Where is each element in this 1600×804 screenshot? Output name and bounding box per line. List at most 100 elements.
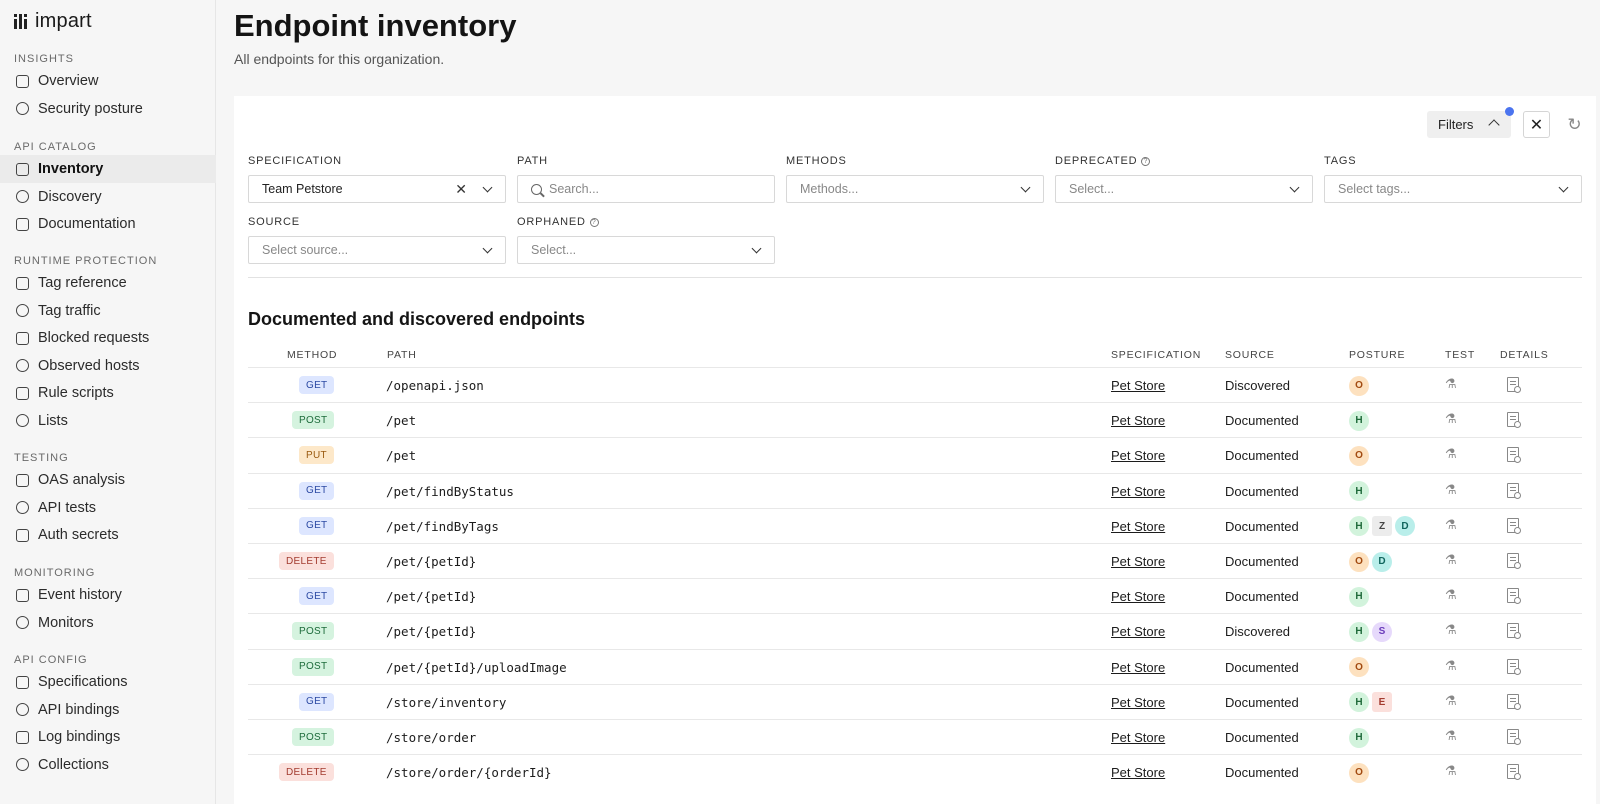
impart-logo[interactable]: impart <box>14 10 92 32</box>
specification-link[interactable]: Pet Store <box>1111 660 1165 675</box>
sidebar-item-specifications[interactable]: Specifications <box>0 668 216 696</box>
details-document-icon[interactable] <box>1507 482 1521 499</box>
clear-specification-icon[interactable]: ✕ <box>455 181 467 198</box>
details-document-icon[interactable] <box>1507 447 1521 464</box>
sidebar-item-security-posture[interactable]: Security posture <box>0 95 216 123</box>
posture-badge[interactable]: O <box>1349 657 1369 678</box>
filters-toggle-button[interactable]: Filters <box>1427 111 1511 138</box>
details-document-icon[interactable] <box>1507 623 1521 640</box>
details-document-icon[interactable] <box>1507 377 1521 393</box>
table-row[interactable]: GET/pet/{petId} Pet Store Documented H ⚗ <box>248 578 1582 613</box>
source-select[interactable]: Select source... <box>248 236 506 264</box>
endpoint-path[interactable]: /pet/{petId} <box>386 579 476 614</box>
posture-badge[interactable]: Z <box>1372 516 1392 537</box>
posture-badge[interactable]: H <box>1349 586 1369 607</box>
endpoint-path[interactable]: /pet/findByTags <box>386 509 499 544</box>
details-document-icon[interactable] <box>1507 658 1521 675</box>
help-icon[interactable]: ? <box>589 217 599 227</box>
table-row[interactable]: POST/pet/{petId} Pet Store Discovered H S ⚗ <box>248 613 1582 648</box>
posture-badge[interactable]: O <box>1349 551 1369 572</box>
test-flask-icon[interactable]: ⚗ <box>1445 693 1457 709</box>
sidebar-item-blocked-requests[interactable]: Blocked requests <box>0 324 216 352</box>
test-flask-icon[interactable]: ⚗ <box>1445 446 1457 462</box>
help-icon[interactable]: ? <box>1141 156 1151 166</box>
sidebar-item-lists[interactable]: Lists <box>0 407 216 435</box>
posture-badge[interactable]: H <box>1349 692 1369 713</box>
endpoint-path[interactable]: /store/order/{orderId} <box>386 755 552 790</box>
sidebar-item-discovery[interactable]: Discovery <box>0 183 216 211</box>
sidebar-item-monitors[interactable]: Monitors <box>0 609 216 637</box>
specification-select[interactable]: Team Petstore ✕ <box>248 175 506 203</box>
table-row[interactable]: GET/pet/findByStatus Pet Store Documented H… <box>248 472 1582 509</box>
endpoint-path[interactable]: /pet <box>386 403 416 438</box>
table-row[interactable]: PUT/pet Pet Store Documented O ⚗ <box>248 437 1582 472</box>
posture-badge[interactable]: O <box>1349 762 1369 783</box>
posture-badge[interactable]: H <box>1349 481 1369 502</box>
test-flask-icon[interactable]: ⚗ <box>1445 517 1457 533</box>
column-header-specification[interactable]: SPECIFICATION <box>1111 349 1201 361</box>
table-row[interactable]: POST/pet/{petId}/uploadImage Pet Store Doc… <box>248 648 1582 684</box>
table-row[interactable]: POST/pet Pet Store Documented H ⚗ <box>248 402 1582 437</box>
table-row[interactable]: DELETE/pet/{petId} Pet Store Documented O D ⚗ <box>248 543 1582 578</box>
sidebar-item-overview[interactable]: Overview <box>0 67 216 95</box>
table-row[interactable]: GET/store/inventory Pet Store Documented H E… <box>248 683 1582 719</box>
details-document-icon[interactable] <box>1507 729 1521 745</box>
methods-select[interactable]: Methods... <box>786 175 1044 203</box>
posture-badge[interactable]: H <box>1349 621 1369 642</box>
table-row[interactable]: GET/openapi.json Pet Store Discovered O ⚗ <box>248 367 1582 402</box>
endpoint-path[interactable]: /pet/{petId} <box>386 614 476 649</box>
test-flask-icon[interactable]: ⚗ <box>1445 482 1457 498</box>
endpoint-path[interactable]: /openapi.json <box>386 368 484 403</box>
specification-link[interactable]: Pet Store <box>1111 730 1165 745</box>
endpoint-path[interactable]: /pet/findByStatus <box>386 474 514 509</box>
sidebar-item-log-bindings[interactable]: Log bindings <box>0 723 216 751</box>
test-flask-icon[interactable]: ⚗ <box>1445 763 1457 779</box>
specification-link[interactable]: Pet Store <box>1111 378 1165 393</box>
details-document-icon[interactable] <box>1507 693 1521 710</box>
posture-badge[interactable]: S <box>1372 621 1392 642</box>
test-flask-icon[interactable]: ⚗ <box>1445 376 1457 392</box>
path-search-input[interactable]: Search... <box>517 175 775 203</box>
posture-badge[interactable]: H <box>1349 410 1369 431</box>
sidebar-item-documentation[interactable]: Documentation <box>0 210 216 238</box>
specification-link[interactable]: Pet Store <box>1111 589 1165 604</box>
specification-link[interactable]: Pet Store <box>1111 448 1165 463</box>
column-header-source[interactable]: SOURCE <box>1225 349 1275 361</box>
column-header-posture[interactable]: POSTURE <box>1349 349 1405 361</box>
test-flask-icon[interactable]: ⚗ <box>1445 658 1457 674</box>
column-header-path[interactable]: PATH <box>387 349 417 361</box>
details-document-icon[interactable] <box>1507 764 1521 781</box>
posture-badge[interactable]: O <box>1349 445 1369 466</box>
specification-link[interactable]: Pet Store <box>1111 519 1165 534</box>
specification-link[interactable]: Pet Store <box>1111 695 1165 710</box>
tags-select[interactable]: Select tags... <box>1324 175 1582 203</box>
posture-badge[interactable]: D <box>1395 516 1415 537</box>
sidebar-item-observed-hosts[interactable]: Observed hosts <box>0 352 216 380</box>
details-document-icon[interactable] <box>1507 412 1521 429</box>
specification-link[interactable]: Pet Store <box>1111 484 1165 499</box>
test-flask-icon[interactable]: ⚗ <box>1445 587 1457 603</box>
sidebar-item-rule-scripts[interactable]: Rule scripts <box>0 379 216 407</box>
endpoint-path[interactable]: /store/order <box>386 720 476 755</box>
sidebar-item-inventory[interactable]: Inventory <box>0 155 216 183</box>
specification-link[interactable]: Pet Store <box>1111 413 1165 428</box>
deprecated-select[interactable]: Select... <box>1055 175 1313 203</box>
details-document-icon[interactable] <box>1507 553 1521 569</box>
sidebar-item-api-tests[interactable]: API tests <box>0 494 216 522</box>
sidebar-item-event-history[interactable]: Event history <box>0 581 216 609</box>
sidebar-item-api-bindings[interactable]: API bindings <box>0 696 216 724</box>
test-flask-icon[interactable]: ⚗ <box>1445 622 1457 638</box>
sidebar-item-auth-secrets[interactable]: Auth secrets <box>0 521 216 549</box>
sidebar-item-collections[interactable]: Collections <box>0 751 216 779</box>
table-row[interactable]: GET/pet/findByTags Pet Store Documented H Z D… <box>248 507 1582 544</box>
specification-link[interactable]: Pet Store <box>1111 554 1165 569</box>
test-flask-icon[interactable]: ⚗ <box>1445 411 1457 427</box>
posture-badge[interactable]: H <box>1349 727 1369 748</box>
column-header-method[interactable]: METHOD <box>287 349 337 361</box>
details-document-icon[interactable] <box>1507 517 1521 534</box>
sidebar-item-tag-reference[interactable]: Tag reference <box>0 269 216 297</box>
refresh-button[interactable]: ↻ <box>1561 111 1588 138</box>
orphaned-select[interactable]: Select... <box>517 236 775 264</box>
specification-link[interactable]: Pet Store <box>1111 765 1165 780</box>
details-document-icon[interactable] <box>1507 588 1521 605</box>
